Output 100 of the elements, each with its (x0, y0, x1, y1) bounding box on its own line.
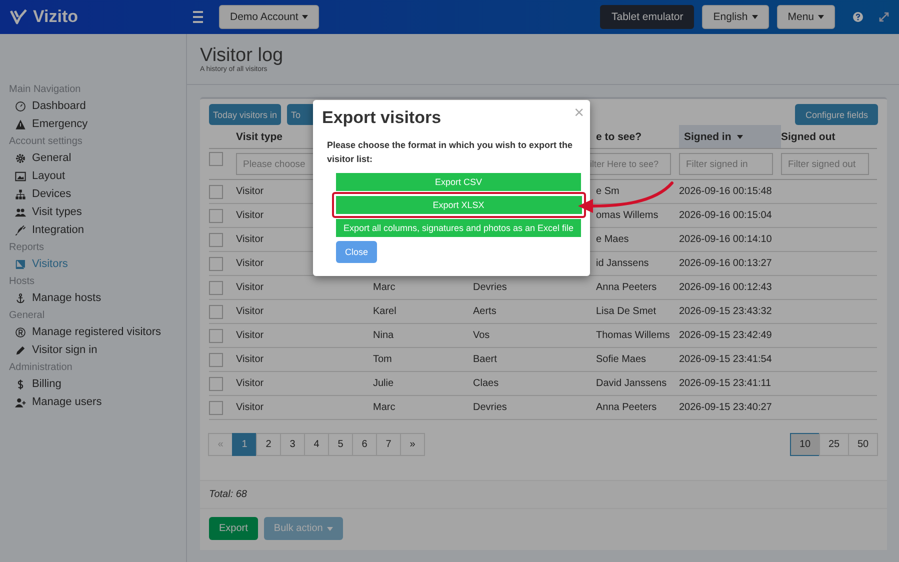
section-label: Hosts (8, 275, 36, 289)
sidebar-item[interactable]: Emergency (0, 115, 186, 133)
table-cell: Visitor (236, 378, 264, 389)
table-cell: 2026-09-16 00:14:10 (679, 234, 772, 245)
sidebar-item[interactable]: Visit types (0, 203, 186, 221)
table-cell: Karel (373, 306, 396, 317)
column-header[interactable]: Signed out (781, 125, 877, 149)
page-button[interactable]: 6 (352, 433, 377, 456)
sidebar-item[interactable]: Integration (0, 221, 186, 239)
caret-icon (752, 15, 758, 19)
table-cell: Devries (473, 282, 507, 293)
sidebar-item[interactable]: Billing (0, 375, 186, 393)
table-cell: Visitor (236, 330, 264, 341)
table-cell: Anna Peeters (596, 282, 657, 293)
table-cell: Baert (473, 354, 497, 365)
table-cell: 2026-09-15 23:42:49 (679, 330, 772, 341)
table-cell: Visitor (236, 402, 264, 413)
total-count: Total: 68 (209, 489, 247, 500)
help-icon[interactable] (853, 12, 863, 22)
logo-text: Vizito (33, 7, 78, 27)
account-dropdown[interactable]: Demo Account (219, 5, 320, 29)
gear-icon (15, 152, 26, 164)
filter-field[interactable]: Filter signed in (679, 153, 773, 175)
filter-button[interactable]: Today visitors in (209, 104, 282, 125)
sidebar-item[interactable]: Manage registered visitors (0, 323, 186, 341)
sidebar-item[interactable]: Layout (0, 167, 186, 185)
table-cell: Visitor (236, 306, 264, 317)
table-cell: Marc (373, 402, 396, 413)
checkbox[interactable] (209, 281, 223, 295)
emulator-button[interactable]: Tablet emulator (600, 5, 694, 29)
users-icon (15, 206, 26, 218)
pencil-icon (15, 344, 26, 356)
page-size-button[interactable]: 50 (848, 433, 878, 456)
page-button[interactable]: » (400, 433, 425, 456)
checkbox[interactable] (209, 329, 223, 343)
filter-field[interactable]: Filter signed out (781, 153, 869, 175)
table-cell: Julie (373, 378, 394, 389)
page-button[interactable]: 7 (376, 433, 401, 456)
sidebar-item[interactable]: Visitor sign in (0, 341, 186, 359)
sidebar-item[interactable]: General (0, 149, 186, 167)
dollar-icon (15, 378, 26, 390)
table-cell: 2026-09-15 23:41:11 (679, 378, 772, 389)
checkbox[interactable] (209, 257, 223, 271)
sidebar-item[interactable]: Manage users (0, 393, 186, 411)
caret-icon (818, 15, 824, 19)
page-button[interactable]: 4 (304, 433, 329, 456)
table-cell: Marc (373, 282, 396, 293)
plug-icon (15, 224, 26, 236)
table-cell: Thomas Willems (596, 330, 670, 341)
table-cell: e Sm (596, 186, 620, 197)
table-cell: Anna Peeters (596, 402, 657, 413)
section-label: Reports (8, 241, 46, 255)
page-button[interactable]: 1 (232, 433, 257, 456)
menu-icon[interactable] (193, 11, 203, 23)
registered-icon (15, 326, 26, 338)
checkbox[interactable] (209, 353, 223, 367)
user-plus-icon (15, 396, 26, 408)
column-header[interactable]: Signed in (679, 125, 781, 149)
logo-icon (10, 9, 28, 25)
sidebar-item[interactable]: Manage hosts (0, 289, 186, 307)
expand-icon[interactable] (879, 12, 889, 22)
page-size-button[interactable]: 10 (790, 433, 820, 456)
sidebar-item[interactable]: Dashboard (0, 97, 186, 115)
configure-button[interactable]: Configure fields (795, 104, 878, 125)
image-icon (15, 170, 26, 182)
page-button[interactable]: 2 (256, 433, 281, 456)
table-cell: 2026-09-15 23:40:27 (679, 402, 772, 413)
table-cell: id Janssens (596, 258, 649, 269)
sidebar-item[interactable]: Devices (0, 185, 186, 203)
dropdown-button[interactable]: English (702, 5, 769, 29)
warning-icon (15, 118, 26, 130)
table-cell: 2026-09-16 00:12:43 (679, 282, 772, 293)
table-cell: David Janssens (596, 378, 667, 389)
section-label: General (8, 309, 46, 323)
checkbox[interactable] (209, 377, 223, 391)
book-icon (15, 258, 26, 270)
dropdown-button[interactable]: Menu (776, 5, 835, 29)
checkbox[interactable] (209, 152, 223, 166)
table-cell: Visitor (236, 234, 264, 245)
sort-icon (737, 134, 744, 138)
table-cell: 2026-09-15 23:41:54 (679, 354, 772, 365)
checkbox[interactable] (209, 209, 223, 223)
anchor-icon (15, 292, 26, 304)
page-button[interactable]: 5 (328, 433, 353, 456)
checkbox[interactable] (209, 233, 223, 247)
table-cell: Visitor (236, 354, 264, 365)
page-size-button[interactable]: 25 (819, 433, 849, 456)
checkbox[interactable] (209, 185, 223, 199)
checkbox[interactable] (209, 401, 223, 415)
table-cell: 2026-09-15 23:43:32 (679, 306, 772, 317)
table-cell: Visitor (236, 258, 264, 269)
gauge-icon (15, 100, 26, 112)
checkbox[interactable] (209, 305, 223, 319)
page-title: Visitor log (200, 46, 284, 66)
table-cell: Visitor (236, 186, 264, 197)
page-button[interactable]: 3 (280, 433, 305, 456)
table-cell: Visitor (236, 282, 264, 293)
table-cell: Sofie Maes (596, 354, 646, 365)
table-cell: omas Willems (596, 210, 658, 221)
table-cell: 2026-09-16 00:15:04 (679, 210, 772, 221)
